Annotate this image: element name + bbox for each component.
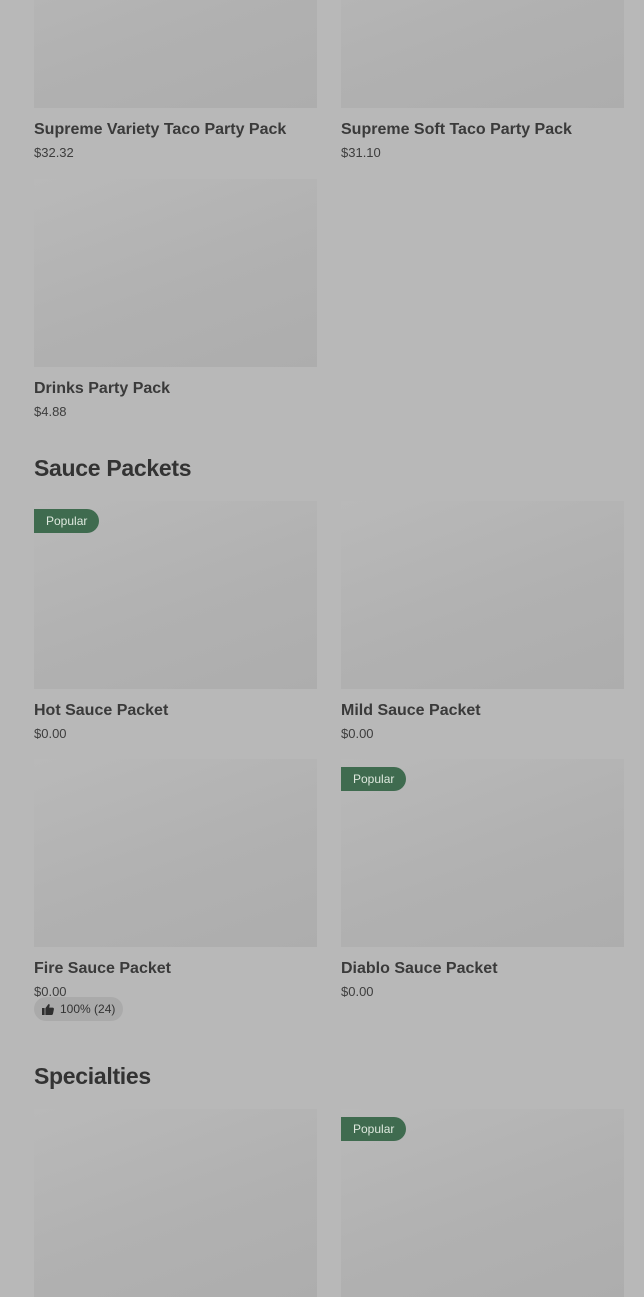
thumbs-up-icon <box>42 1003 54 1015</box>
item-image <box>34 179 317 367</box>
menu-item-card[interactable] <box>34 1109 317 1297</box>
menu-item-card[interactable]: Mild Sauce Packet $0.00 <box>341 501 624 741</box>
item-image: Popular <box>34 501 317 689</box>
menu-item-card[interactable]: Fire Sauce Packet $0.00 100% (24) <box>34 759 317 1021</box>
popular-badge: Popular <box>34 509 100 533</box>
item-name: Fire Sauce Packet <box>34 960 171 977</box>
popular-badge: Popular <box>341 1117 407 1141</box>
item-name: Hot Sauce Packet <box>34 702 169 719</box>
menu-item-card[interactable]: Supreme Soft Taco Party Pack $31.10 <box>341 0 624 160</box>
menu-item-card[interactable]: Popular Hot Sauce Packet $0.00 <box>34 501 317 741</box>
item-image: Popular <box>341 1109 624 1297</box>
item-name: Supreme Soft Taco Party Pack <box>341 121 572 138</box>
item-name: Diablo Sauce Packet <box>341 960 498 977</box>
popular-badge: Popular <box>341 767 407 791</box>
rating-text: 100% (24) <box>60 1002 116 1016</box>
item-name: Drinks Party Pack <box>34 380 171 397</box>
section-title-sauce-packets: Sauce Packets <box>34 455 192 481</box>
item-name: Mild Sauce Packet <box>341 702 481 719</box>
item-price: $32.32 <box>34 145 74 160</box>
item-image <box>34 1109 317 1297</box>
menu-item-card[interactable]: Drinks Party Pack $4.88 <box>34 179 317 419</box>
item-price: $0.00 <box>341 726 374 741</box>
menu-item-card[interactable]: Supreme Variety Taco Party Pack $32.32 <box>34 0 317 160</box>
item-price: $0.00 <box>34 726 67 741</box>
menu-item-card[interactable]: Popular Diablo Sauce Packet $0.00 <box>341 759 624 999</box>
item-image <box>341 501 624 689</box>
menu-item-card[interactable]: Popular <box>341 1109 624 1297</box>
item-price: $31.10 <box>341 145 381 160</box>
item-image <box>341 0 624 108</box>
item-price: $4.88 <box>34 404 67 419</box>
item-image <box>34 0 317 108</box>
rating-badge: 100% (24) <box>34 997 124 1021</box>
item-name: Supreme Variety Taco Party Pack <box>34 121 287 138</box>
section-title-specialties: Specialties <box>34 1063 151 1089</box>
item-image <box>34 759 317 947</box>
item-price: $0.00 <box>341 984 374 999</box>
item-image: Popular <box>341 759 624 947</box>
